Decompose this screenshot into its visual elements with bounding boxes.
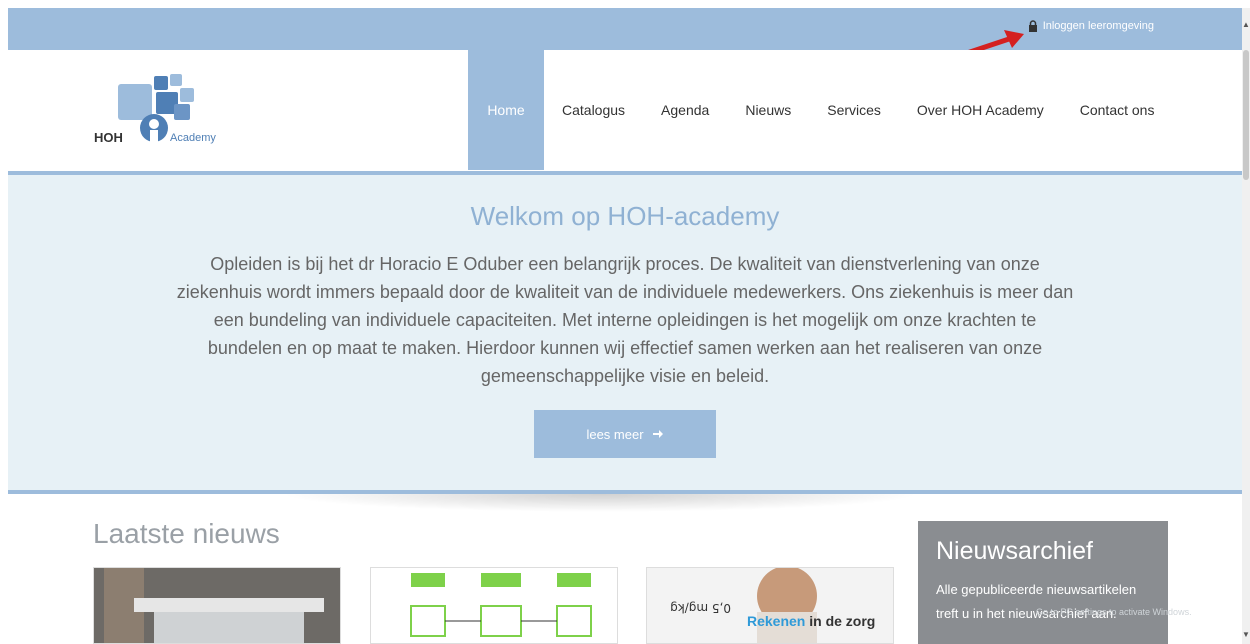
scroll-down-icon[interactable]: ▼ <box>1242 630 1250 640</box>
archive-title: Nieuwsarchief <box>936 537 1094 565</box>
hero-text: Opleiden is bij het dr Horacio E Oduber … <box>176 254 1074 386</box>
card3-rekenen: Rekenen <box>747 613 806 629</box>
news-section-title: Laatste nieuws <box>93 518 280 549</box>
main-nav: Home Catalogus Agenda Nieuws Services Ov… <box>468 50 1172 170</box>
lees-meer-label: lees meer <box>586 426 644 442</box>
lees-meer-button[interactable]: lees meer <box>534 410 716 458</box>
vertical-scrollbar[interactable]: ▲ ▼ <box>1242 8 1250 644</box>
hoh-academy-logo[interactable]: HOH Academy <box>94 72 244 152</box>
news-image-rekenen: 0,5 mg/kg <box>647 568 893 643</box>
login-link[interactable]: Inloggen leeromgeving <box>1028 20 1154 32</box>
login-label: Inloggen leeromgeving <box>1042 20 1154 32</box>
nav-home[interactable]: Home <box>468 50 544 170</box>
nav-catalogus[interactable]: Catalogus <box>544 50 643 170</box>
nav-nieuws[interactable]: Nieuws <box>727 50 809 170</box>
card3-in-de-zorg: in de zorg <box>805 613 876 629</box>
arrow-right-icon <box>652 430 663 438</box>
windows-activation-watermark: Go to PC settings to activate Windows. <box>1036 607 1192 617</box>
logo-text-academy: Academy <box>170 132 216 144</box>
top-bar: Inloggen leeromgeving <box>8 8 1242 50</box>
news-card-2[interactable] <box>370 567 618 644</box>
header: HOH Academy Home Catalogus Agenda Nieuws… <box>8 50 1242 170</box>
scroll-thumb[interactable] <box>1243 50 1249 180</box>
welcome-hero: Welkom op HOH-academy Opleiden is bij he… <box>8 171 1242 494</box>
card3-caption: Rekenen in de zorg <box>747 613 875 629</box>
nav-over-hoh-academy[interactable]: Over HOH Academy <box>899 50 1062 170</box>
nav-services[interactable]: Services <box>809 50 899 170</box>
nav-contact-ons[interactable]: Contact ons <box>1062 50 1173 170</box>
news-image-sink <box>94 568 340 643</box>
logo-text-hoh: HOH <box>94 130 123 145</box>
news-image-diagram <box>371 568 617 643</box>
nav-agenda[interactable]: Agenda <box>643 50 727 170</box>
news-card-3[interactable]: 0,5 mg/kg Rekenen in de zorg <box>646 567 894 644</box>
scroll-up-icon[interactable]: ▲ <box>1242 20 1250 30</box>
svg-text:0,5 mg/kg: 0,5 mg/kg <box>670 601 731 615</box>
news-card-1[interactable] <box>93 567 341 644</box>
hero-title: Welkom op HOH-academy <box>470 201 780 231</box>
news-archive-panel[interactable]: Nieuwsarchief Alle gepubliceerde nieuwsa… <box>918 521 1168 644</box>
hero-shadow <box>280 494 920 512</box>
archive-text: Alle gepubliceerde nieuwsartikelen treft… <box>936 582 1137 621</box>
